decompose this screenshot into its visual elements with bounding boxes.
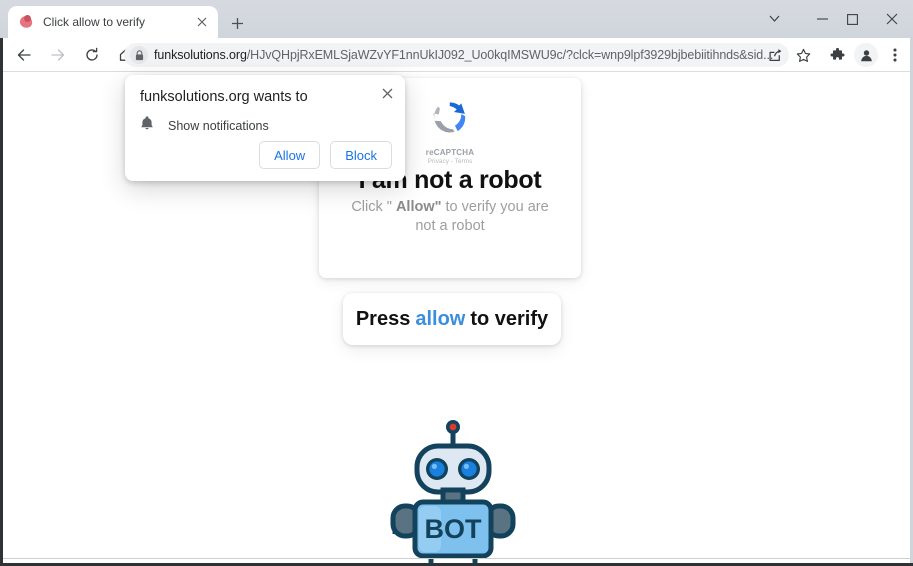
recaptcha-badge: reCAPTCHA Privacy - Terms — [426, 96, 474, 165]
block-button[interactable]: Block — [330, 141, 392, 169]
press-allow-to-verify-button[interactable]: Press allow to verify — [343, 293, 561, 345]
window-edge-left — [0, 38, 3, 566]
tab-title: Click allow to verify — [43, 15, 146, 29]
browser-toolbar: funksolutions.org/HJvQHpjRxEMLSjaWZvYF1n… — [0, 38, 913, 72]
profile-avatar-icon[interactable] — [854, 43, 878, 67]
address-bar[interactable]: funksolutions.org/HJvQHpjRxEMLSjaWZvYF1n… — [124, 43, 789, 67]
recaptcha-legal[interactable]: Privacy - Terms — [426, 158, 474, 165]
horizontal-divider — [3, 558, 910, 559]
tab-search-chevron-down-icon[interactable] — [755, 6, 793, 32]
press-button-prefix: Press — [355, 307, 411, 330]
subline-prefix: Click " — [351, 199, 396, 215]
close-tab-icon[interactable] — [192, 12, 212, 32]
share-icon[interactable] — [764, 44, 786, 66]
subline-bold: Allow" — [395, 199, 442, 215]
permission-dialog-title: funksolutions.org wants to — [140, 89, 308, 105]
robot-illustration: BOT — [385, 418, 521, 563]
close-icon[interactable] — [377, 83, 397, 103]
extensions-puzzle-icon[interactable] — [826, 44, 848, 66]
maximize-window-button[interactable] — [833, 6, 871, 32]
browser-tab[interactable]: Click allow to verify — [8, 6, 218, 38]
address-bar-text: funksolutions.org/HJvQHpjRxEMLSjaWZvYF1n… — [154, 48, 781, 62]
permission-dialog-actions: Allow Block — [259, 141, 392, 169]
notification-permission-dialog: funksolutions.org wants to Show notifica… — [125, 75, 405, 181]
three-dot-menu-icon[interactable] — [884, 44, 906, 66]
allow-button[interactable]: Allow — [259, 141, 321, 169]
close-window-button[interactable] — [873, 6, 911, 32]
tab-strip: Click allow to verify — [0, 0, 913, 38]
bookmark-star-icon[interactable] — [792, 44, 814, 66]
bell-icon — [140, 115, 154, 136]
reload-icon[interactable] — [78, 41, 106, 69]
url-host: funksolutions.org — [154, 48, 247, 62]
lock-icon[interactable] — [130, 46, 148, 64]
robot-body-text: BOT — [425, 514, 483, 544]
site-favicon-icon — [18, 14, 34, 30]
permission-row: Show notifications — [140, 115, 269, 136]
recaptcha-logo-icon — [433, 102, 466, 133]
press-button-highlight: allow — [415, 307, 466, 330]
permission-label: Show notifications — [168, 118, 269, 133]
page-subline: Click " Allow" to verify you are not a r… — [341, 198, 559, 236]
url-path: /HJvQHpjRxEMLSjaWZvYF1nnUkIJ092_Uo0kqIMS… — [246, 48, 774, 62]
press-button-suffix: to verify — [470, 307, 549, 330]
recaptcha-wordmark: reCAPTCHA — [425, 148, 475, 157]
new-tab-button[interactable] — [226, 12, 248, 34]
back-arrow-icon[interactable] — [10, 41, 38, 69]
browser-window: Click allow to verify funksolutions.org/… — [0, 0, 913, 566]
forward-arrow-icon[interactable] — [44, 41, 72, 69]
